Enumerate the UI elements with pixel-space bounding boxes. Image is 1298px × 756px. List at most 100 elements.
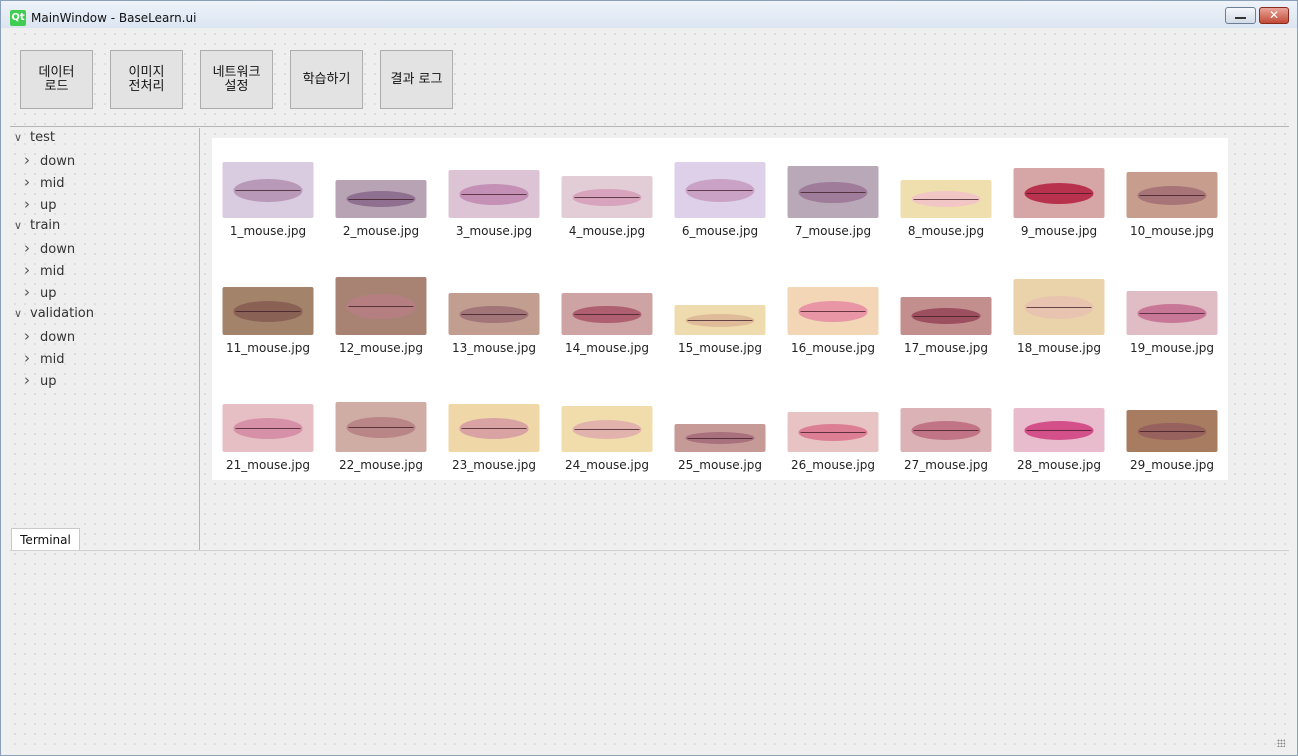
tree-item-down[interactable]: › down — [24, 150, 75, 170]
tree-item-validation[interactable]: ∨ validation — [14, 304, 94, 324]
resize-grip-icon[interactable] — [1277, 739, 1285, 747]
thumbnail-item[interactable]: 18_mouse.jpg — [1005, 261, 1113, 371]
tree-item-test[interactable]: ∨ test — [14, 128, 55, 148]
thumbnail-item[interactable]: 23_mouse.jpg — [440, 378, 548, 488]
thumbnail-item[interactable]: 27_mouse.jpg — [892, 378, 1000, 488]
thumbnail-item[interactable]: 2_mouse.jpg — [327, 144, 435, 254]
thumbnail-item[interactable]: 22_mouse.jpg — [327, 378, 435, 488]
lip-image — [561, 176, 653, 218]
thumbnail-item[interactable]: 12_mouse.jpg — [327, 261, 435, 371]
thumbnail-item[interactable]: 11_mouse.jpg — [214, 261, 322, 371]
thumbnail-item[interactable]: 16_mouse.jpg — [779, 261, 887, 371]
thumbnail-label: 16_mouse.jpg — [791, 341, 875, 355]
tree-item-mid[interactable]: › mid — [24, 348, 65, 368]
tree-item-label: validation — [30, 306, 95, 321]
folder-tree[interactable]: ∨ test › down › mid › up ∨ train › down › mid › up ∨ vali… — [10, 128, 197, 400]
lip-image — [335, 180, 427, 218]
lip-image — [787, 412, 879, 452]
thumbnail-item[interactable]: 14_mouse.jpg — [553, 261, 661, 371]
thumbnail-item[interactable]: 3_mouse.jpg — [440, 144, 548, 254]
tree-item-up[interactable]: › up — [24, 194, 57, 214]
thumbnail-label: 13_mouse.jpg — [452, 341, 536, 355]
chevron-right-icon[interactable]: › — [24, 260, 40, 280]
thumbnail-item[interactable]: 19_mouse.jpg — [1118, 261, 1226, 371]
thumbnail-item[interactable]: 1_mouse.jpg — [214, 144, 322, 254]
tree-item-down[interactable]: › down — [24, 238, 75, 258]
data-load-button[interactable]: 데이터 로드 — [20, 50, 93, 109]
tree-item-label: test — [30, 130, 55, 145]
lip-line — [348, 427, 414, 428]
tree-item-mid[interactable]: › mid — [24, 260, 65, 280]
thumbnail-label: 11_mouse.jpg — [226, 341, 310, 355]
splitter-handle[interactable] — [199, 128, 200, 550]
chevron-right-icon[interactable]: › — [24, 172, 40, 192]
chevron-right-icon[interactable]: › — [24, 238, 40, 258]
thumbnail-item[interactable]: 6_mouse.jpg — [666, 144, 774, 254]
chevron-right-icon[interactable]: › — [24, 150, 40, 170]
network-settings-button[interactable]: 네트워크 설정 — [200, 50, 273, 109]
chevron-right-icon[interactable]: › — [24, 326, 40, 346]
thumbnail-label: 7_mouse.jpg — [794, 224, 872, 238]
title-bar[interactable]: Qt MainWindow - BaseLearn.ui ✕ — [1, 1, 1297, 28]
tree-item-label: up — [40, 198, 57, 213]
chevron-down-icon[interactable]: ∨ — [14, 216, 30, 236]
train-button[interactable]: 학습하기 — [290, 50, 363, 109]
chevron-down-icon[interactable]: ∨ — [14, 128, 30, 148]
thumbnail-item[interactable]: 13_mouse.jpg — [440, 261, 548, 371]
close-icon: ✕ — [1268, 8, 1280, 22]
lip-image — [1013, 408, 1105, 452]
chevron-right-icon[interactable]: › — [24, 370, 40, 390]
thumbnail-item[interactable]: 26_mouse.jpg — [779, 378, 887, 488]
thumbnail-item[interactable]: 4_mouse.jpg — [553, 144, 661, 254]
lip-image — [1126, 291, 1218, 335]
chevron-right-icon[interactable]: › — [24, 348, 40, 368]
tree-item-mid[interactable]: › mid — [24, 172, 65, 192]
image-preprocess-button[interactable]: 이미지 전처리 — [110, 50, 183, 109]
tree-item-down[interactable]: › down — [24, 326, 75, 346]
tree-item-label: down — [40, 154, 76, 169]
thumbnail-item[interactable]: 7_mouse.jpg — [779, 144, 887, 254]
thumbnail-label: 6_mouse.jpg — [681, 224, 759, 238]
terminal-panel[interactable] — [10, 550, 1289, 752]
lip-image — [674, 305, 766, 335]
tree-item-train[interactable]: ∨ train — [14, 216, 60, 236]
lip-image — [787, 287, 879, 335]
thumbnail-label: 26_mouse.jpg — [791, 458, 875, 472]
main-window: Qt MainWindow - BaseLearn.ui ✕ 데이터 로드 이미… — [0, 0, 1298, 756]
thumbnail-item[interactable]: 15_mouse.jpg — [666, 261, 774, 371]
lip-line — [574, 197, 640, 198]
thumbnail-item[interactable]: 28_mouse.jpg — [1005, 378, 1113, 488]
thumbnail-label: 24_mouse.jpg — [565, 458, 649, 472]
lip-image — [674, 424, 766, 452]
result-log-button[interactable]: 결과 로그 — [380, 50, 453, 109]
lip-line — [574, 429, 640, 430]
lip-line — [800, 432, 866, 433]
qt-logo-icon: Qt — [10, 10, 26, 26]
chevron-right-icon[interactable]: › — [24, 282, 40, 302]
tree-item-up[interactable]: › up — [24, 370, 57, 390]
tree-item-label: mid — [40, 264, 65, 279]
thumbnail-item[interactable]: 9_mouse.jpg — [1005, 144, 1113, 254]
thumbnail-item[interactable]: 24_mouse.jpg — [553, 378, 661, 488]
lip-image — [787, 166, 879, 218]
thumbnail-item[interactable]: 21_mouse.jpg — [214, 378, 322, 488]
close-button[interactable]: ✕ — [1259, 7, 1289, 24]
minimize-button[interactable] — [1225, 7, 1256, 24]
thumbnail-label: 19_mouse.jpg — [1130, 341, 1214, 355]
thumbnail-item[interactable]: 10_mouse.jpg — [1118, 144, 1226, 254]
tree-item-up[interactable]: › up — [24, 282, 57, 302]
chevron-down-icon[interactable]: ∨ — [14, 304, 30, 324]
chevron-right-icon[interactable]: › — [24, 194, 40, 214]
lip-line — [1026, 430, 1092, 431]
thumbnail-item[interactable]: 25_mouse.jpg — [666, 378, 774, 488]
thumbnail-item[interactable]: 8_mouse.jpg — [892, 144, 1000, 254]
thumbnail-item[interactable]: 29_mouse.jpg — [1118, 378, 1226, 488]
lip-line — [235, 428, 301, 429]
thumbnail-label: 15_mouse.jpg — [678, 341, 762, 355]
lip-line — [461, 428, 527, 429]
thumbnail-label: 18_mouse.jpg — [1017, 341, 1101, 355]
lip-line — [1026, 307, 1092, 308]
thumbnail-item[interactable]: 17_mouse.jpg — [892, 261, 1000, 371]
lip-image — [222, 162, 314, 218]
tab-terminal[interactable]: Terminal — [11, 528, 80, 550]
